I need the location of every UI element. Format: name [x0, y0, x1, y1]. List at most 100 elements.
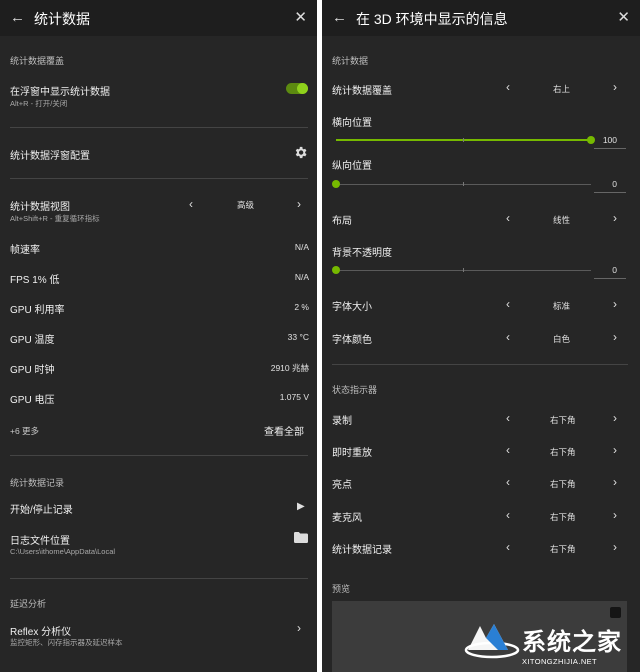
reflex-hint: 监控矩形、闪存指示器及延迟样本	[10, 638, 123, 647]
chevron-left-icon[interactable]: ‹	[506, 443, 510, 457]
chevron-left-icon[interactable]: ‹	[506, 508, 510, 522]
3d-info-panel: ← 在 3D 环境中显示的信息 ✕ 统计数据 统计数据覆盖 ‹ 右上 › 横向位…	[322, 0, 640, 672]
horizontal-position-label: 横向位置	[332, 118, 372, 129]
overlay-position-label: 统计数据覆盖	[332, 86, 392, 97]
gear-icon[interactable]	[293, 145, 308, 160]
metric-label: 帧速率	[10, 245, 40, 256]
watermark-url: XITONGZHIJIA.NET	[522, 657, 598, 666]
chevron-left-icon[interactable]: ‹	[506, 540, 510, 554]
metric-value: 33 °C	[287, 332, 309, 342]
play-icon[interactable]: ▶	[297, 501, 305, 512]
more-count: +6 更多	[10, 426, 40, 436]
chevron-right-icon[interactable]: ›	[613, 540, 617, 554]
chevron-left-icon[interactable]: ‹	[506, 211, 510, 225]
value-underline	[594, 192, 626, 193]
slider-tick	[463, 182, 464, 186]
metric-value: 2 %	[294, 302, 309, 312]
chevron-left-icon[interactable]: ‹	[506, 411, 510, 425]
status-item-value: 右下角	[550, 447, 576, 457]
status-item-value: 右下角	[550, 415, 576, 425]
show-in-overlay-label: 在浮窗中显示统计数据	[10, 87, 110, 98]
opacity-slider-thumb[interactable]	[332, 266, 340, 274]
reflex-label[interactable]: Reflex 分析仪	[10, 623, 71, 638]
vertical-position-label: 纵向位置	[332, 161, 372, 172]
font-size-value: 标准	[553, 301, 571, 311]
horizontal-position-value[interactable]: 100	[594, 135, 617, 145]
chevron-right-icon[interactable]: ›	[613, 475, 617, 489]
divider	[10, 455, 308, 456]
close-icon[interactable]: ✕	[294, 8, 307, 26]
stats-view-hint: Alt+Shift+R - 重复循环指标	[10, 214, 100, 223]
chevron-right-icon[interactable]: ›	[613, 297, 617, 311]
vertical-position-value[interactable]: 0	[594, 179, 617, 189]
stats-view-value: 高级	[237, 200, 255, 210]
view-all-link[interactable]: 查看全部	[264, 423, 304, 438]
chevron-right-icon[interactable]: ›	[613, 443, 617, 457]
chevron-left-icon[interactable]: ‹	[506, 297, 510, 311]
stats-view-label: 统计数据视图	[10, 202, 70, 213]
font-color-label: 字体颜色	[332, 335, 372, 346]
start-stop-label[interactable]: 开始/停止记录	[10, 501, 73, 516]
status-item-label: 即时重放	[332, 448, 372, 459]
show-in-overlay-hint: Alt+R - 打开/关闭	[10, 99, 68, 108]
chevron-right-icon[interactable]: ›	[297, 621, 301, 635]
section-heading-status: 状态指示器	[332, 385, 378, 395]
show-in-overlay-toggle[interactable]	[286, 83, 308, 94]
status-item-value: 右下角	[550, 512, 576, 522]
back-arrow-icon[interactable]: ←	[332, 9, 347, 26]
overlay-position-value: 右上	[553, 84, 571, 94]
overlay-config-label[interactable]: 统计数据浮窗配置	[10, 147, 90, 162]
chevron-right-icon[interactable]: ›	[297, 197, 301, 211]
chevron-left-icon[interactable]: ‹	[189, 197, 193, 211]
chevron-right-icon[interactable]: ›	[613, 411, 617, 425]
value-underline	[594, 278, 626, 279]
panel-title: 统计数据	[34, 11, 90, 27]
status-item-value: 右下角	[550, 479, 576, 489]
back-arrow-icon[interactable]: ←	[10, 9, 25, 26]
status-item-label: 亮点	[332, 480, 352, 491]
metric-label: GPU 温度	[10, 335, 55, 346]
status-item-label: 录制	[332, 416, 352, 427]
chevron-left-icon[interactable]: ‹	[506, 475, 510, 489]
section-heading-stats: 统计数据	[332, 56, 369, 66]
close-icon[interactable]: ✕	[617, 8, 630, 26]
log-location-label: 日志文件位置	[10, 536, 70, 547]
chevron-right-icon[interactable]: ›	[613, 508, 617, 522]
slider-tick	[463, 138, 464, 142]
background-opacity-value[interactable]: 0	[594, 265, 617, 275]
panel-header: ← 统计数据 ✕	[0, 0, 317, 36]
section-heading-logging: 统计数据记录	[10, 478, 65, 488]
chevron-left-icon[interactable]: ‹	[506, 80, 510, 94]
vertical-slider-thumb[interactable]	[332, 180, 340, 188]
divider	[332, 364, 628, 365]
chevron-right-icon[interactable]: ›	[613, 211, 617, 225]
background-opacity-label: 背景不透明度	[332, 248, 392, 259]
divider	[10, 578, 308, 579]
layout-label: 布局	[332, 216, 352, 227]
section-heading-latency: 延迟分析	[10, 599, 47, 609]
chevron-left-icon[interactable]: ‹	[506, 330, 510, 344]
statistics-panel: ← 统计数据 ✕ 统计数据覆盖 在浮窗中显示统计数据 Alt+R - 打开/关闭…	[0, 0, 317, 672]
font-size-label: 字体大小	[332, 302, 372, 313]
watermark-logo-icon	[464, 624, 520, 659]
divider	[10, 178, 308, 179]
slider-tick	[463, 268, 464, 272]
watermark-text: 系统之家	[522, 628, 622, 656]
layout-value: 线性	[553, 215, 571, 225]
chevron-right-icon[interactable]: ›	[613, 330, 617, 344]
folder-icon[interactable]	[294, 532, 308, 543]
status-item-value: 右下角	[550, 544, 576, 554]
status-item-label: 麦克风	[332, 513, 362, 524]
metric-label: GPU 利用率	[10, 305, 65, 316]
divider	[10, 127, 308, 128]
status-item-label: 统计数据记录	[332, 545, 392, 556]
metric-value: 1.075 V	[279, 392, 309, 402]
metric-value: 2910 兆赫	[270, 363, 309, 373]
value-underline	[594, 148, 626, 149]
metric-label: GPU 电压	[10, 395, 55, 406]
metric-value: N/A	[294, 242, 309, 252]
section-heading-overlay: 统计数据覆盖	[10, 56, 65, 66]
panel-header: ← 在 3D 环境中显示的信息 ✕	[322, 0, 640, 36]
chevron-right-icon[interactable]: ›	[613, 80, 617, 94]
metric-value: N/A	[294, 272, 309, 282]
